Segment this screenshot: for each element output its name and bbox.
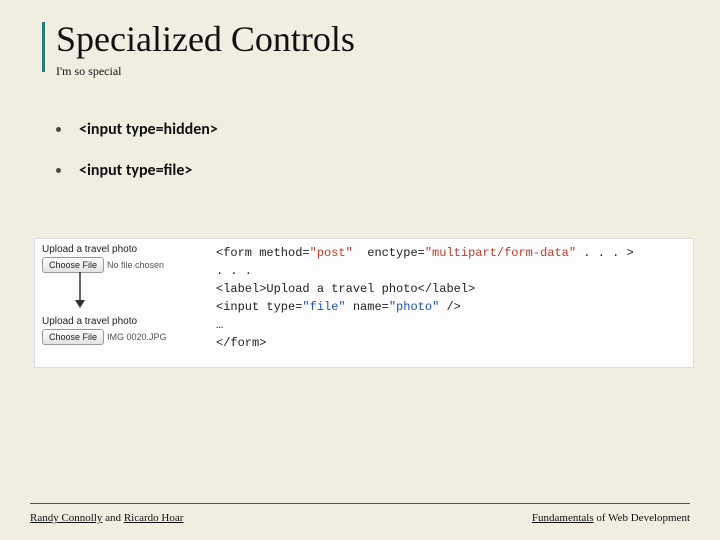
slide-subtitle: I'm so special <box>56 64 121 79</box>
author-name: Randy Connolly <box>30 512 102 524</box>
title-accent-bar <box>42 22 45 72</box>
code-line: <input type="file" name="photo" /> <box>216 298 634 316</box>
code-line: </form> <box>216 334 634 352</box>
bullet-text: <input type=hidden> <box>79 120 218 139</box>
footer-divider <box>30 503 690 504</box>
bullet-dot-icon <box>56 168 61 173</box>
bullet-dot-icon <box>56 127 61 132</box>
code-line: . . . <box>216 262 634 280</box>
upload-mock-before: Upload a travel photo Choose File No fil… <box>42 244 164 273</box>
footer-authors: Randy Connolly and Ricardo Hoar <box>30 512 183 524</box>
upload-mock-after: Upload a travel photo Choose File IMG 00… <box>42 316 167 345</box>
bullet-item: <input type=hidden> <box>56 120 218 139</box>
slide-title: Specialized Controls <box>56 18 355 60</box>
upload-label: Upload a travel photo <box>42 244 164 255</box>
bullet-list: <input type=hidden> <input type=file> <box>56 120 218 202</box>
file-status: No file chosen <box>107 260 164 270</box>
choose-file-button: Choose File <box>42 329 104 345</box>
code-example: <form method="post" enctype="multipart/f… <box>216 244 634 352</box>
author-name: Ricardo Hoar <box>124 512 184 524</box>
upload-label: Upload a travel photo <box>42 316 167 327</box>
code-line: … <box>216 316 634 334</box>
bullet-text: <input type=file> <box>79 161 192 180</box>
code-line: <label>Upload a travel photo</label> <box>216 280 634 298</box>
code-line: <form method="post" enctype="multipart/f… <box>216 244 634 262</box>
arrow-down-icon <box>70 270 90 310</box>
file-status: IMG 0020.JPG <box>107 332 167 342</box>
bullet-item: <input type=file> <box>56 161 218 180</box>
footer-book-title: Fundamentals of Web Development <box>532 512 690 524</box>
